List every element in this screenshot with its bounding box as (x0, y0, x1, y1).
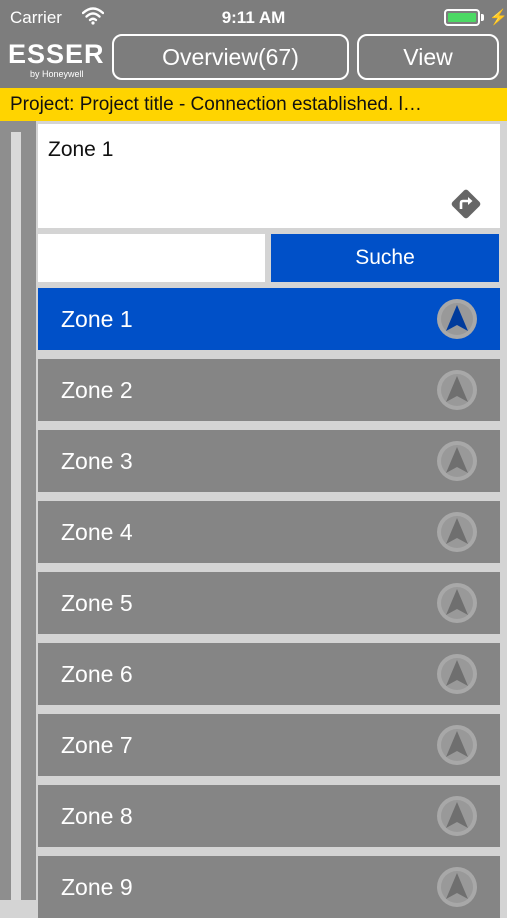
search-button[interactable]: Suche (271, 234, 499, 282)
view-button[interactable]: View (357, 34, 499, 80)
zone-list-item[interactable]: Zone 3 (38, 430, 500, 492)
zone-list-item[interactable]: Zone 2 (38, 359, 500, 421)
zone-list-item-label: Zone 9 (61, 874, 133, 900)
zone-list-item-label: Zone 2 (61, 377, 133, 403)
connection-banner: Project: Project title - Connection esta… (0, 88, 507, 121)
zone-list-item-label: Zone 5 (61, 590, 133, 616)
navigate-arrow-icon[interactable] (436, 369, 478, 411)
zone-list-item[interactable]: Zone 9 (38, 856, 500, 918)
search-input[interactable] (38, 234, 265, 282)
charging-bolt-icon: ⚡ (489, 9, 507, 26)
navigate-arrow-icon[interactable] (436, 440, 478, 482)
zone-list-item[interactable]: Zone 7 (38, 714, 500, 776)
main-content: Zone 1 Suche Zone 1 Zone 2 Zone 3 Zone 4 Zon… (36, 121, 507, 918)
zone-list-item[interactable]: Zone 1 (38, 288, 500, 350)
logo-brand: ESSER (8, 39, 105, 69)
navigate-arrow-icon[interactable] (436, 866, 478, 908)
battery-icon (444, 9, 480, 26)
zone-list-item[interactable]: Zone 8 (38, 785, 500, 847)
zone-list-item-label: Zone 7 (61, 732, 133, 758)
battery-tip (481, 14, 484, 21)
zone-detail-title: Zone 1 (48, 138, 114, 161)
navigate-arrow-icon[interactable] (436, 511, 478, 553)
side-scroll-track[interactable] (11, 132, 21, 900)
navigate-arrow-icon[interactable] (436, 653, 478, 695)
navigate-arrow-icon[interactable] (436, 582, 478, 624)
zone-list-item[interactable]: Zone 5 (38, 572, 500, 634)
zone-list-item[interactable]: Zone 4 (38, 501, 500, 563)
esser-logo: ESSER by Honeywell (8, 40, 108, 80)
zone-list-item-label: Zone 8 (61, 803, 133, 829)
overview-button[interactable]: Overview(67) (112, 34, 349, 80)
status-bar: Carrier 9:11 AM ⚡ (0, 0, 507, 34)
nav-bar: ESSER by Honeywell Overview(67) View (0, 34, 507, 88)
logo-sub: by Honeywell (30, 69, 84, 79)
zone-list-item[interactable]: Zone 6 (38, 643, 500, 705)
zone-list-item-label: Zone 6 (61, 661, 133, 687)
zone-list-item-label: Zone 4 (61, 519, 133, 545)
zone-list-item-label: Zone 1 (61, 306, 133, 332)
navigate-arrow-icon[interactable] (436, 795, 478, 837)
navigate-arrow-icon[interactable] (436, 724, 478, 766)
side-panel (0, 121, 36, 900)
clock: 9:11 AM (221, 8, 286, 27)
zone-detail-card: Zone 1 (38, 124, 500, 228)
navigate-arrow-icon[interactable] (436, 298, 478, 340)
zone-list-item-label: Zone 3 (61, 448, 133, 474)
direction-arrow-icon[interactable] (448, 186, 484, 222)
